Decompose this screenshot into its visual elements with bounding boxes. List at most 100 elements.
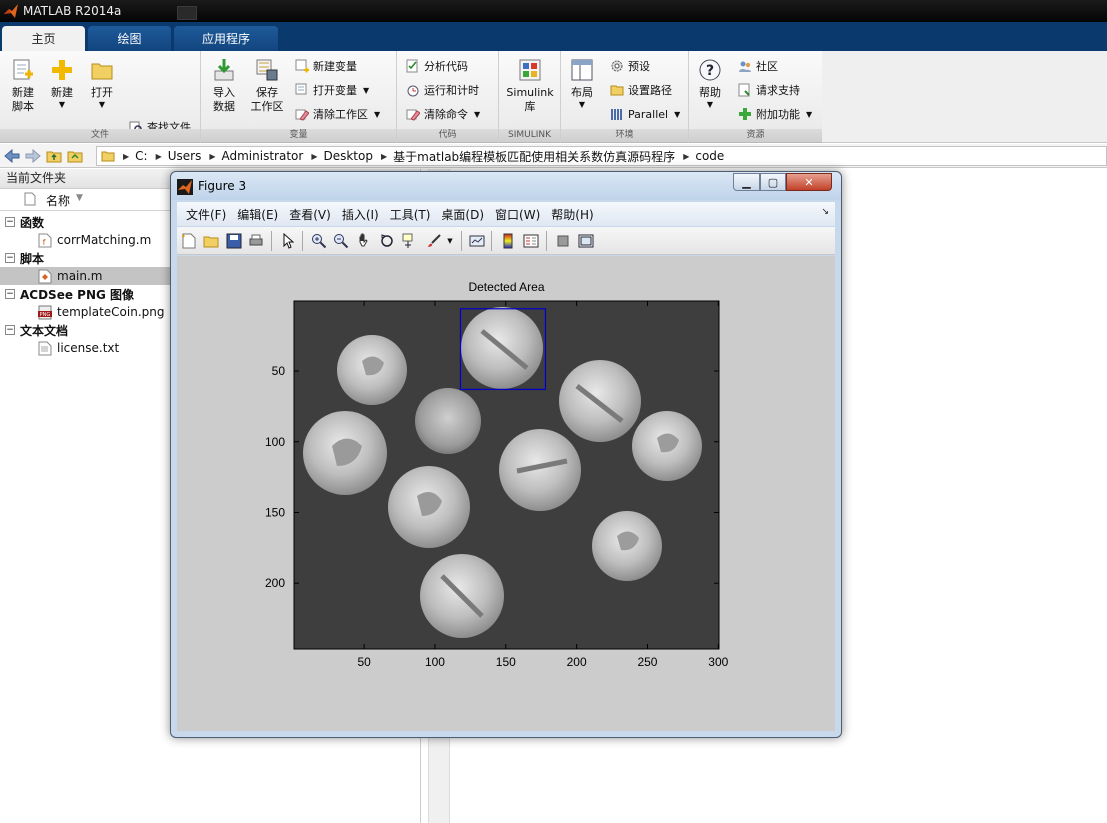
close-button[interactable]: ✕: [786, 173, 832, 191]
colorbar-icon[interactable]: [499, 232, 517, 250]
tab-plots[interactable]: 绘图: [88, 26, 171, 51]
file-name: templateCoin.png: [57, 305, 165, 319]
breadcrumb-item[interactable]: Desktop: [323, 149, 373, 163]
run-and-time-label: 运行和计时: [424, 84, 479, 97]
y-tick-label: 50: [272, 364, 286, 378]
x-tick-label: 250: [637, 655, 657, 669]
minimize-icon: ▁: [742, 175, 751, 189]
ribbon-tab-bar: 主页 绘图 应用程序: [0, 22, 1107, 51]
chevron-down-icon: ▼: [474, 109, 481, 119]
open-variable-button[interactable]: 打开变量 ▼: [294, 81, 369, 99]
menu-tools[interactable]: 工具(T): [390, 206, 431, 223]
print-icon[interactable]: [247, 232, 265, 250]
save-icon[interactable]: [225, 232, 243, 250]
minimize-button[interactable]: ▁: [733, 173, 760, 191]
layout-label: 布局: [571, 86, 593, 99]
collapse-toggle-icon[interactable]: −: [5, 217, 15, 227]
breadcrumb-item[interactable]: code: [695, 149, 724, 163]
rotate-3d-icon[interactable]: [378, 232, 396, 250]
menu-help[interactable]: 帮助(H): [551, 206, 593, 223]
help-button[interactable]: ? 帮助 ▼: [695, 57, 725, 109]
pointer-icon[interactable]: [279, 232, 297, 250]
community-button[interactable]: 社区: [737, 57, 778, 75]
x-tick-label: 300: [708, 655, 728, 669]
menu-insert[interactable]: 插入(I): [342, 206, 379, 223]
add-ons-button[interactable]: 附加功能 ▼: [737, 105, 812, 123]
forward-arrow-icon[interactable]: [24, 147, 42, 165]
data-cursor-icon[interactable]: [401, 232, 419, 250]
preferences-button[interactable]: 预设: [609, 57, 650, 75]
request-support-button[interactable]: 请求支持: [737, 81, 800, 99]
back-arrow-icon[interactable]: [3, 147, 21, 165]
new-button[interactable]: 新建 ▼: [48, 57, 76, 109]
toolbar-separator: [461, 231, 462, 251]
preferences-label: 预设: [628, 60, 650, 73]
collapse-toggle-icon[interactable]: −: [5, 289, 15, 299]
x-tick-label: 50: [357, 655, 371, 669]
set-path-button[interactable]: 设置路径: [609, 81, 672, 99]
function-file-icon: f: [38, 233, 52, 247]
collapse-toggle-icon[interactable]: −: [5, 325, 15, 335]
breadcrumb-separator-icon: ▶: [209, 151, 216, 161]
simulink-library-button[interactable]: Simulink 库: [505, 57, 555, 114]
collapse-toggle-icon[interactable]: −: [5, 253, 15, 263]
open-file-icon[interactable]: [202, 232, 220, 250]
breadcrumb-item[interactable]: Users: [168, 149, 202, 163]
brush-icon[interactable]: [425, 232, 443, 250]
plot-area[interactable]: 50 100 150 200 250 300 50 100 150 200 Detected Are…: [177, 256, 835, 731]
dock-arrow-icon[interactable]: ↘: [821, 207, 829, 217]
save-workspace-button[interactable]: 保存 工作区: [249, 57, 285, 114]
new-script-button[interactable]: 新建 脚本: [8, 57, 38, 114]
show-plot-tools-icon[interactable]: [577, 232, 595, 250]
file-name: main.m: [57, 269, 103, 283]
clear-workspace-button[interactable]: 清除工作区 ▼: [294, 105, 380, 123]
menu-desktop[interactable]: 桌面(D): [441, 206, 484, 223]
toolbar-separator: [302, 231, 303, 251]
open-button[interactable]: 打开 ▼: [88, 57, 116, 109]
breadcrumb-item[interactable]: 基于matlab编程模板匹配使用相关系数仿真源码程序: [393, 148, 675, 165]
link-plot-icon[interactable]: [468, 232, 486, 250]
chevron-down-icon: ▼: [674, 109, 681, 119]
analyze-code-button[interactable]: 分析代码: [405, 57, 468, 75]
menu-view[interactable]: 查看(V): [289, 206, 331, 223]
menu-edit[interactable]: 编辑(E): [237, 206, 278, 223]
figure-toolbar: ▼: [177, 227, 835, 255]
svg-text:?: ?: [706, 63, 714, 79]
section-variable: 导入 数据 保存 工作区 新建变量 打开变量 ▼ 清除工作区 ▼ 变量: [201, 51, 397, 143]
set-path-label: 设置路径: [628, 84, 672, 97]
chevron-down-icon: ▼: [363, 85, 370, 95]
up-folder-icon[interactable]: [45, 147, 63, 165]
parallel-icon: [609, 106, 625, 122]
toolbar-separator: [546, 231, 547, 251]
tab-home[interactable]: 主页: [2, 26, 85, 51]
breadcrumb-item[interactable]: Administrator: [222, 149, 304, 163]
tab-apps[interactable]: 应用程序: [174, 26, 278, 51]
legend-icon[interactable]: [522, 232, 540, 250]
menu-file[interactable]: 文件(F): [186, 206, 226, 223]
maximize-button[interactable]: ▢: [760, 173, 786, 191]
breadcrumb-item[interactable]: C:: [135, 149, 147, 163]
zoom-in-icon[interactable]: [310, 232, 328, 250]
breadcrumb-separator-icon: ▶: [683, 151, 690, 161]
help-icon: ?: [697, 57, 723, 83]
menu-window[interactable]: 窗口(W): [495, 206, 540, 223]
run-and-time-button[interactable]: 运行和计时: [405, 81, 479, 99]
figure-title-bar[interactable]: Figure 3 ▁ ▢ ✕: [171, 172, 841, 200]
new-variable-button[interactable]: 新建变量: [294, 57, 357, 75]
browse-folder-icon[interactable]: [66, 147, 84, 165]
chevron-down-icon[interactable]: ▼: [445, 232, 455, 250]
hide-plot-tools-icon[interactable]: [554, 232, 572, 250]
layout-button[interactable]: 布局 ▼: [567, 57, 597, 109]
community-icon: [737, 58, 753, 74]
import-data-button[interactable]: 导入 数据: [209, 57, 239, 114]
new-figure-icon[interactable]: [180, 232, 198, 250]
pan-hand-icon[interactable]: [355, 232, 373, 250]
section-simulink-label: SIMULINK: [499, 129, 560, 142]
zoom-out-icon[interactable]: [332, 232, 350, 250]
clear-commands-button[interactable]: 清除命令 ▼: [405, 105, 480, 123]
analyze-code-icon: [405, 58, 421, 74]
path-breadcrumb[interactable]: ▶ C: ▶ Users ▶ Administrator ▶ Desktop ▶…: [96, 146, 1107, 166]
figure-canvas: 50 100 150 200 250 300 50 100 150 200 Detected Are…: [177, 256, 835, 731]
parallel-button[interactable]: Parallel ▼: [609, 105, 680, 123]
chevron-down-icon: ▼: [806, 109, 813, 119]
